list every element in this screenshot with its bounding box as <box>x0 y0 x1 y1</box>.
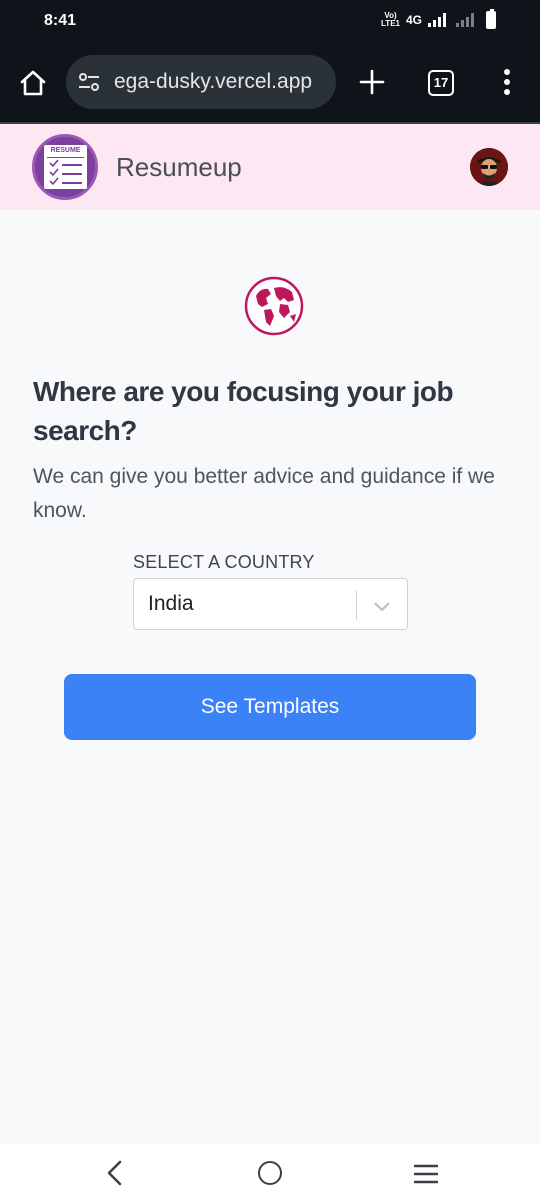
battery-icon <box>486 9 496 29</box>
avatar[interactable] <box>470 148 508 186</box>
url-text[interactable]: ega-dusky.vercel.app <box>114 70 312 94</box>
page-heading: Where are you focusing your job search? <box>33 376 454 446</box>
country-select[interactable]: India <box>133 578 408 630</box>
signal-icon <box>428 13 446 27</box>
tabs-icon[interactable]: 17 <box>428 70 454 96</box>
site-settings-icon[interactable] <box>78 72 100 92</box>
recents-icon[interactable] <box>414 1164 438 1184</box>
resume-logo-icon[interactable]: RESUME <box>32 134 98 200</box>
chevron-down-icon[interactable] <box>372 596 392 616</box>
app-title[interactable]: Resumeup <box>116 152 242 183</box>
home-icon[interactable] <box>18 68 48 98</box>
see-templates-button[interactable]: See Templates <box>64 674 476 740</box>
plus-icon[interactable] <box>356 66 388 98</box>
volte-indicator: Vo) LTE1 <box>381 11 400 28</box>
select-divider <box>356 590 357 620</box>
status-bar: 8:41 Vo) LTE1 4G <box>0 0 540 44</box>
home-circle-icon[interactable] <box>258 1161 282 1185</box>
globe-icon <box>244 276 304 336</box>
network-type: 4G <box>405 13 422 27</box>
country-select-value: India <box>148 592 194 615</box>
status-time: 8:41 <box>44 12 77 29</box>
browser-toolbar: ega-dusky.vercel.app 17 <box>0 44 540 122</box>
more-vert-icon[interactable] <box>497 66 517 98</box>
signal-secondary-icon <box>456 13 474 27</box>
system-nav-bar <box>0 1144 540 1202</box>
country-select-label: SELECT A COUNTRY <box>133 552 315 572</box>
page-subtext: We can give you better advice and guidan… <box>33 465 495 522</box>
status-icons: Vo) LTE1 4G <box>381 9 496 29</box>
back-icon[interactable] <box>104 1160 126 1186</box>
url-bar[interactable]: ega-dusky.vercel.app <box>66 55 336 109</box>
app-header: RESUME Resumeup <box>0 122 540 210</box>
